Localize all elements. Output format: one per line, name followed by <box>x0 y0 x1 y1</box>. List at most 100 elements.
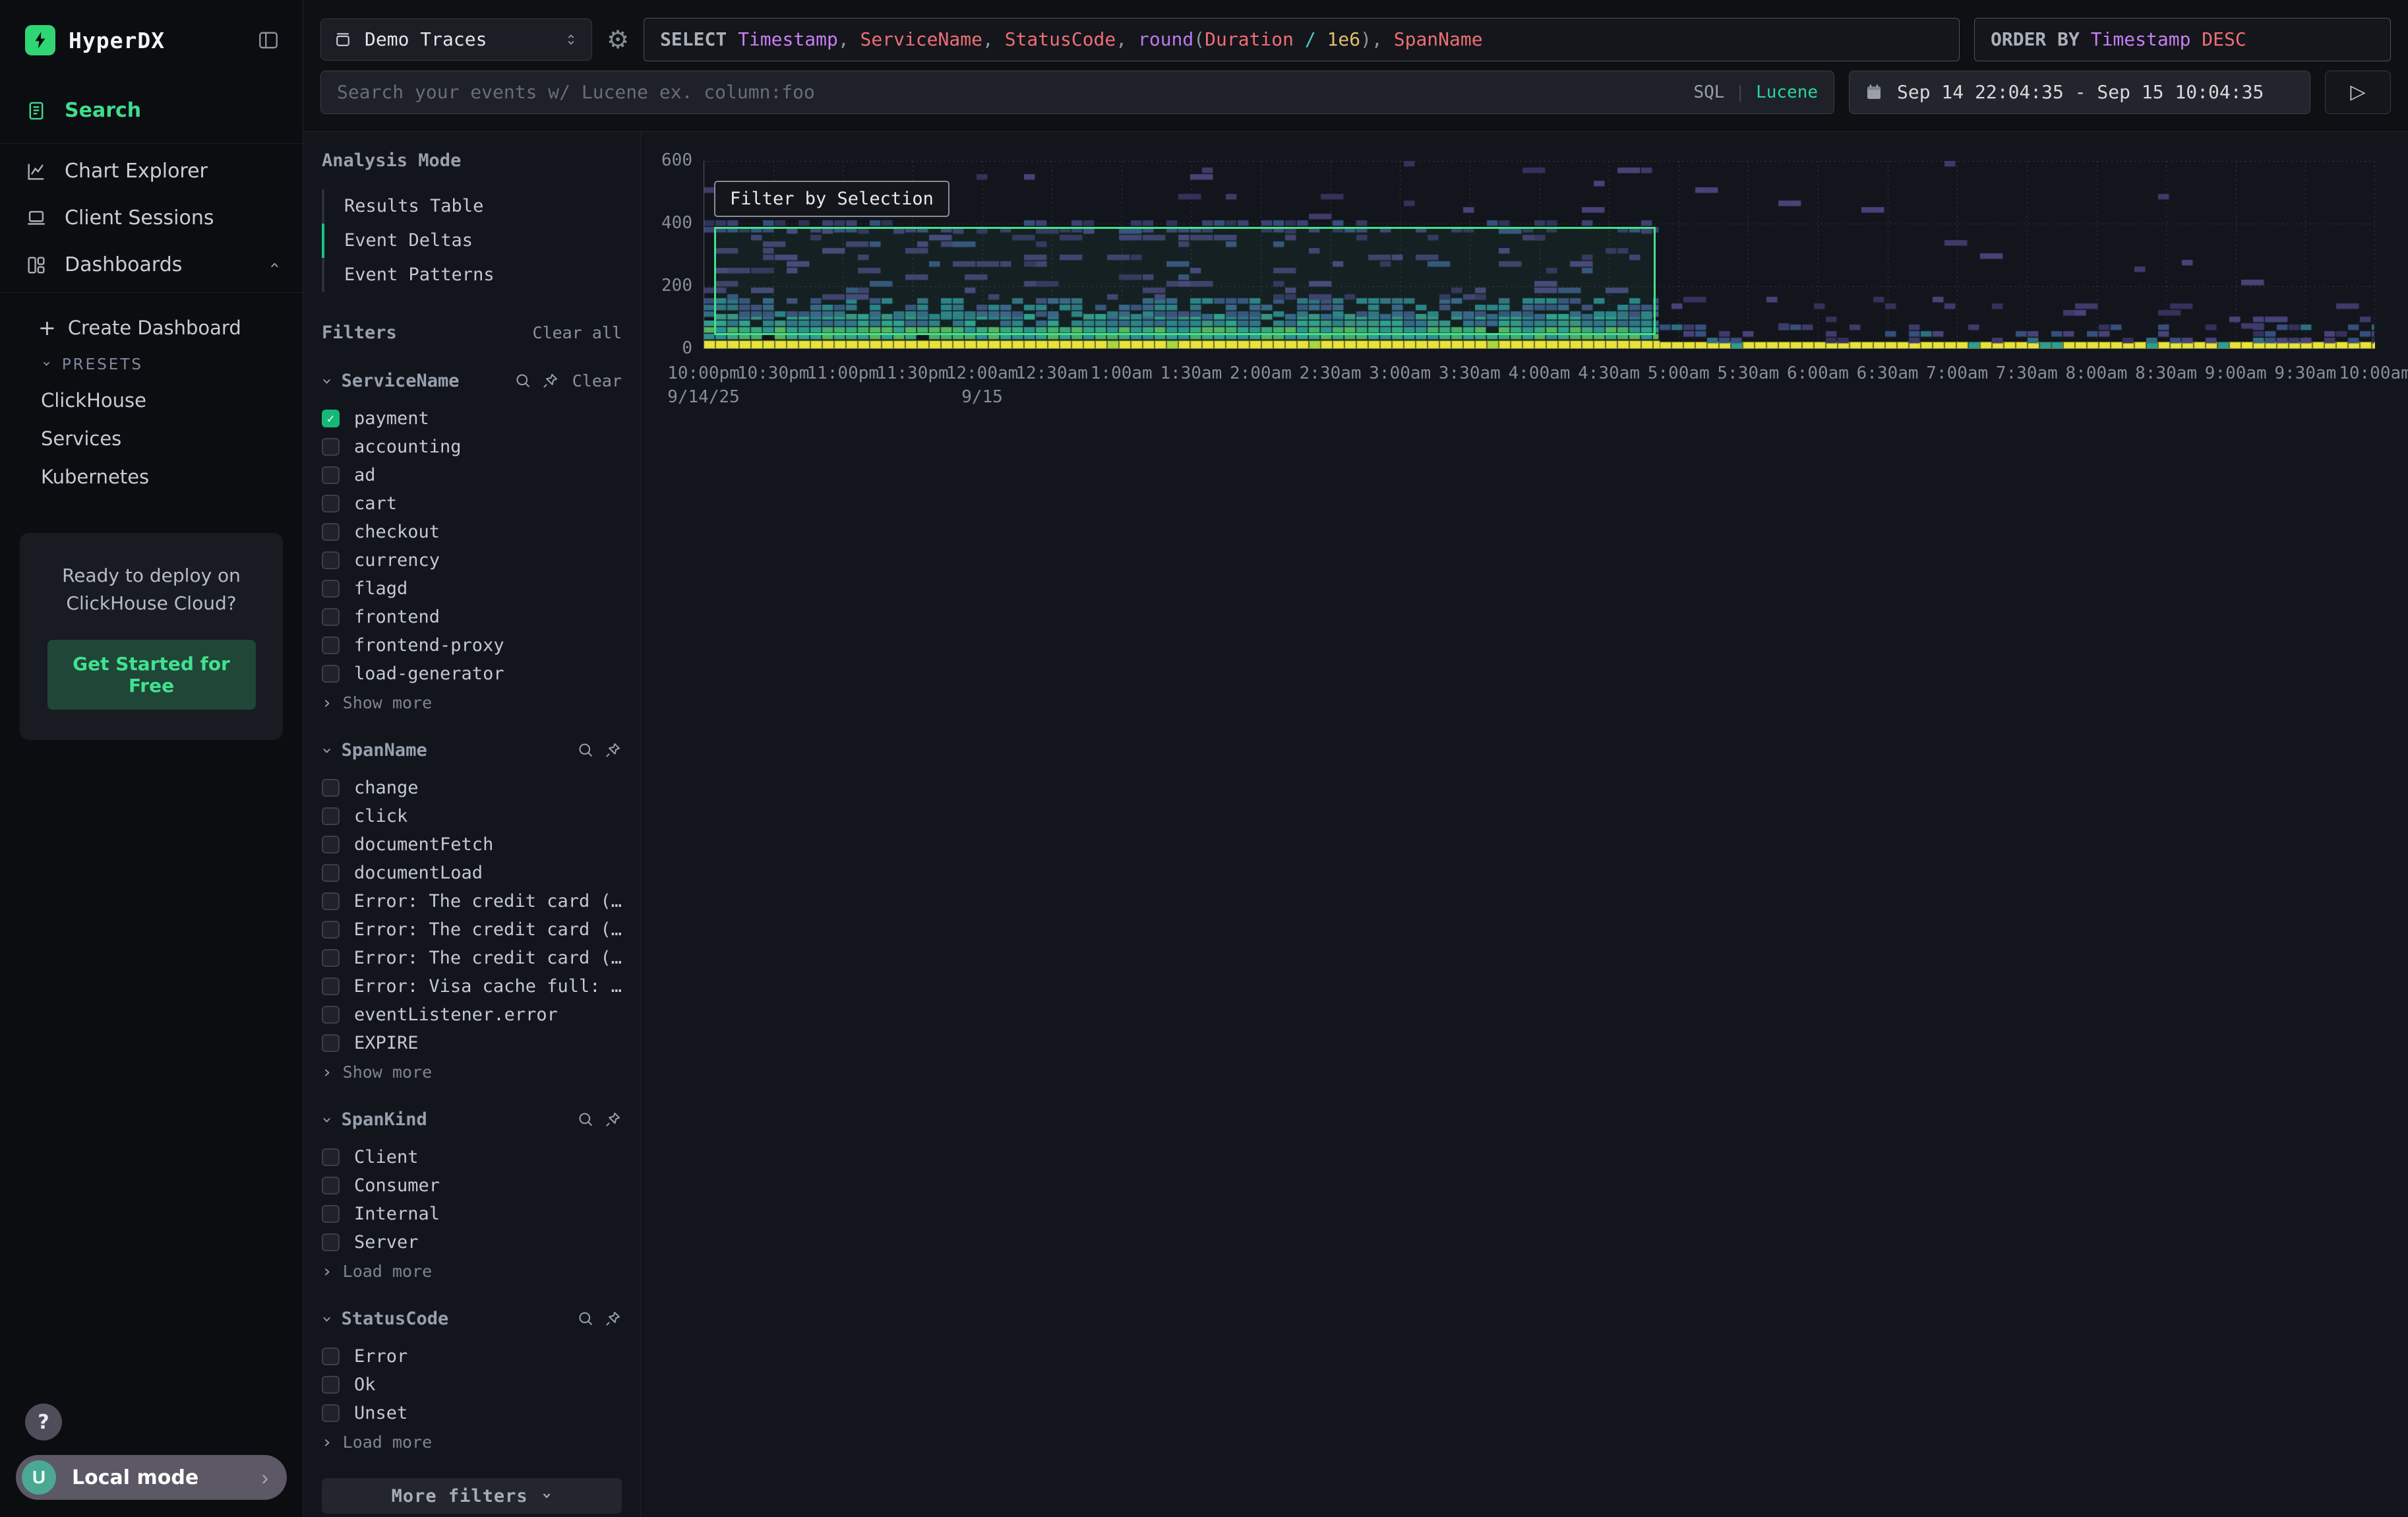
filter-option[interactable]: EXPIRE <box>322 1029 622 1057</box>
filter-option[interactable]: checkout <box>322 518 622 546</box>
filter-option[interactable]: Error: Visa cache full: … <box>322 972 622 1001</box>
sidebar-collapse-icon[interactable] <box>256 28 280 52</box>
filter-option[interactable]: Ok <box>322 1371 622 1399</box>
pin-icon[interactable] <box>604 741 622 759</box>
search-icon[interactable] <box>577 1310 595 1328</box>
select-query-input[interactable]: SELECT Timestamp, ServiceName, StatusCod… <box>644 18 1960 61</box>
chevron-down-icon[interactable]: › <box>318 745 336 756</box>
checkbox[interactable] <box>322 892 340 910</box>
checkbox[interactable] <box>322 495 340 512</box>
checkbox[interactable] <box>322 779 340 797</box>
sidebar-item-client-sessions[interactable]: Client Sessions <box>0 195 303 241</box>
presets-toggle[interactable]: › PRESETS <box>0 348 303 381</box>
checkbox[interactable] <box>322 807 340 825</box>
filter-option[interactable]: Error: The credit card (… <box>322 887 622 915</box>
sidebar-item-clickhouse[interactable]: ClickHouse <box>0 381 303 419</box>
filter-option[interactable]: eventListener.error <box>322 1001 622 1029</box>
checkbox[interactable] <box>322 949 340 967</box>
filter-option[interactable]: ad <box>322 461 622 489</box>
sidebar-item-kubernetes[interactable]: Kubernetes <box>0 458 303 496</box>
checkbox[interactable] <box>322 1034 340 1052</box>
checkbox[interactable] <box>322 438 340 456</box>
checkbox[interactable] <box>322 523 340 541</box>
tab-event-deltas[interactable]: Event Deltas <box>322 224 622 258</box>
time-range-picker[interactable]: Sep 14 22:04:35 - Sep 15 10:04:35 <box>1849 71 2310 114</box>
chevron-down-icon[interactable]: › <box>318 1314 336 1324</box>
order-by-input[interactable]: ORDER BY Timestamp DESC <box>1974 18 2391 61</box>
filter-option[interactable]: Error: The credit card (… <box>322 944 622 972</box>
user-menu-button[interactable]: U Local mode › <box>16 1455 287 1500</box>
filter-option[interactable]: accounting <box>322 433 622 461</box>
filter-option[interactable]: ✓payment <box>322 404 622 433</box>
checkbox[interactable] <box>322 580 340 598</box>
filter-option[interactable]: Error <box>322 1342 622 1371</box>
clear-filter-button[interactable]: Clear <box>572 371 622 390</box>
more-filters-button[interactable]: More filters › <box>322 1478 622 1514</box>
checkbox[interactable] <box>322 636 340 654</box>
source-selector[interactable]: Demo Traces <box>320 18 592 61</box>
pin-icon[interactable] <box>541 372 559 390</box>
sidebar-item-chart-explorer[interactable]: Chart Explorer <box>0 148 303 195</box>
tab-event-patterns[interactable]: Event Patterns <box>322 258 622 292</box>
tab-results-table[interactable]: Results Table <box>322 189 622 224</box>
show-more-button[interactable]: ›Show more <box>322 693 622 712</box>
chevron-down-icon[interactable]: › <box>318 376 336 387</box>
checkbox[interactable] <box>322 1347 340 1365</box>
filter-option[interactable]: frontend <box>322 603 622 631</box>
clear-all-filters-button[interactable]: Clear all <box>533 323 622 342</box>
checkbox[interactable] <box>322 1177 340 1194</box>
checkbox[interactable] <box>322 921 340 939</box>
filter-option[interactable]: Unset <box>322 1399 622 1427</box>
checkbox[interactable] <box>322 1233 340 1251</box>
get-started-button[interactable]: Get Started for Free <box>47 640 256 710</box>
checkbox[interactable] <box>322 1148 340 1166</box>
filter-option[interactable]: frontend-proxy <box>322 631 622 660</box>
checkbox[interactable] <box>322 1205 340 1223</box>
filter-option[interactable]: documentFetch <box>322 830 622 859</box>
show-more-button[interactable]: ›Load more <box>322 1433 622 1452</box>
filter-option[interactable]: currency <box>322 546 622 574</box>
search-icon[interactable] <box>514 372 532 390</box>
filter-option[interactable]: documentLoad <box>322 859 622 887</box>
checkbox[interactable] <box>322 1006 340 1024</box>
chevron-up-icon[interactable]: › <box>266 261 283 268</box>
sidebar-item-search[interactable]: Search <box>0 94 303 139</box>
checkbox[interactable] <box>322 836 340 853</box>
mode-lucene[interactable]: Lucene <box>1756 82 1818 102</box>
filter-option[interactable]: cart <box>322 489 622 518</box>
create-dashboard-button[interactable]: + Create Dashboard <box>0 307 303 348</box>
pin-icon[interactable] <box>604 1111 622 1129</box>
checkbox[interactable] <box>322 864 340 882</box>
filter-option[interactable]: load-generator <box>322 660 622 688</box>
sidebar-item-services[interactable]: Services <box>0 419 303 458</box>
search-icon[interactable] <box>577 741 595 759</box>
filter-by-selection-button[interactable]: Filter by Selection <box>714 181 949 217</box>
pin-icon[interactable] <box>604 1310 622 1328</box>
filter-option[interactable]: Client <box>322 1143 622 1171</box>
filter-option[interactable]: click <box>322 802 622 830</box>
checkbox[interactable] <box>322 608 340 626</box>
search-input[interactable] <box>337 81 1683 103</box>
filter-option[interactable]: Consumer <box>322 1171 622 1200</box>
run-query-button[interactable]: ▷ <box>2325 71 2391 114</box>
checkbox[interactable] <box>322 977 340 995</box>
filter-option[interactable]: Error: The credit card (… <box>322 915 622 944</box>
sidebar-item-dashboards[interactable]: Dashboards › <box>0 241 303 288</box>
filter-option[interactable]: Server <box>322 1228 622 1256</box>
selection-region[interactable] <box>714 227 1656 335</box>
show-more-button[interactable]: ›Load more <box>322 1262 622 1281</box>
help-button[interactable]: ? <box>25 1404 62 1440</box>
gear-icon[interactable]: ⚙ <box>607 25 629 54</box>
checkbox[interactable] <box>322 665 340 683</box>
checkbox[interactable] <box>322 1404 340 1422</box>
checkbox[interactable] <box>322 466 340 484</box>
filter-option[interactable]: Internal <box>322 1200 622 1228</box>
mode-sql[interactable]: SQL <box>1693 82 1724 102</box>
checkbox[interactable] <box>322 551 340 569</box>
checkbox[interactable] <box>322 1376 340 1394</box>
search-icon[interactable] <box>577 1111 595 1129</box>
filter-option[interactable]: change <box>322 774 622 802</box>
checkbox[interactable]: ✓ <box>322 410 340 427</box>
show-more-button[interactable]: ›Show more <box>322 1063 622 1082</box>
chevron-down-icon[interactable]: › <box>318 1115 336 1125</box>
